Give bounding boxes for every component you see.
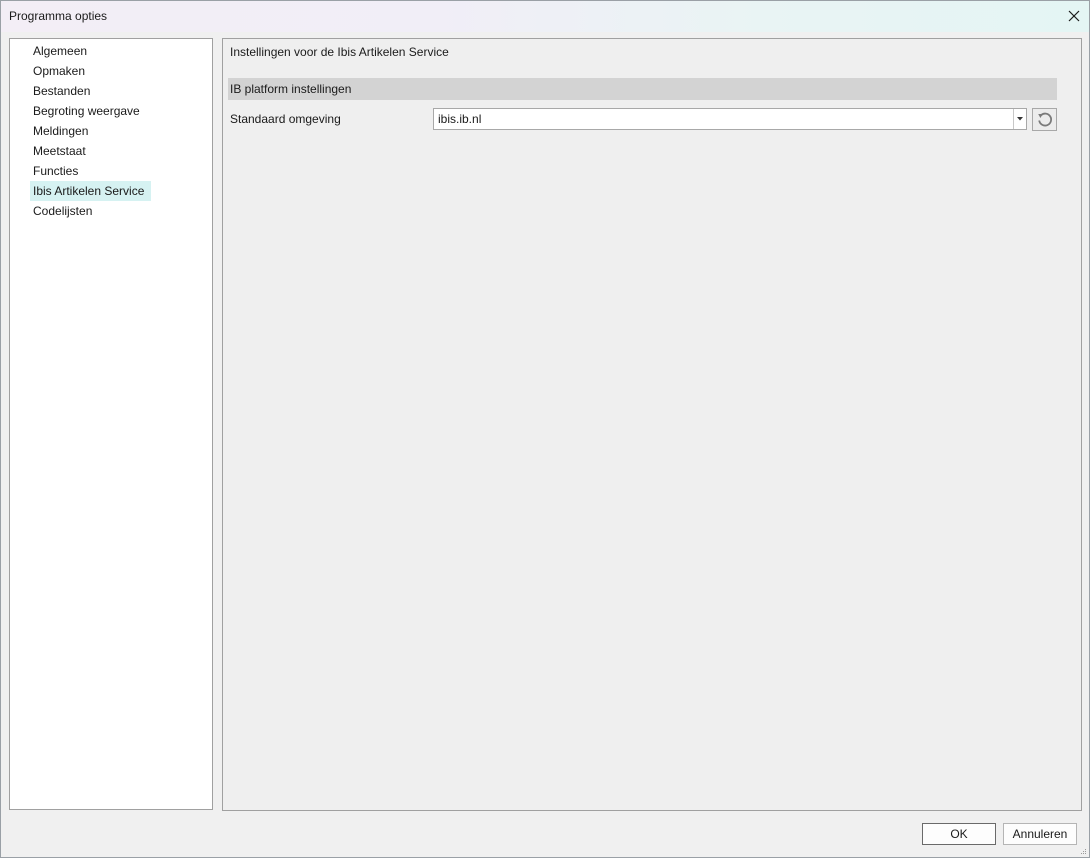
section-header: IB platform instellingen bbox=[228, 78, 1057, 100]
standaard-omgeving-label: Standaard omgeving bbox=[230, 112, 341, 126]
ok-button[interactable]: OK bbox=[922, 823, 996, 845]
sidebar-item-algemeen[interactable]: Algemeen bbox=[10, 41, 212, 61]
sidebar-item-label: Codelijsten bbox=[33, 204, 93, 218]
panel-heading: Instellingen voor de Ibis Artikelen Serv… bbox=[230, 45, 449, 59]
settings-panel: Instellingen voor de Ibis Artikelen Serv… bbox=[222, 38, 1082, 811]
sidebar-item-bestanden[interactable]: Bestanden bbox=[10, 81, 212, 101]
sidebar-item-ibis-artikelen-service[interactable]: Ibis Artikelen Service bbox=[10, 181, 212, 201]
reset-button[interactable] bbox=[1032, 108, 1057, 131]
sidebar-item-label: Bestanden bbox=[33, 84, 91, 98]
sidebar-list: Algemeen Opmaken Bestanden Begroting wee… bbox=[10, 39, 212, 221]
sidebar-item-label: Functies bbox=[33, 164, 79, 178]
reset-icon bbox=[1037, 112, 1052, 126]
sidebar-item-meldingen[interactable]: Meldingen bbox=[10, 121, 212, 141]
sidebar-item-codelijsten[interactable]: Codelijsten bbox=[10, 201, 212, 221]
sidebar-item-label: Algemeen bbox=[33, 44, 88, 58]
sidebar-item-opmaken[interactable]: Opmaken bbox=[10, 61, 212, 81]
title-bar: Programma opties bbox=[1, 1, 1089, 32]
chevron-down-icon bbox=[1017, 117, 1023, 121]
window-title: Programma opties bbox=[9, 9, 108, 23]
sidebar-item-label: Opmaken bbox=[33, 64, 86, 78]
sidebar-item-label: Meldingen bbox=[33, 124, 89, 138]
standaard-omgeving-select[interactable]: ibis.ib.nl bbox=[433, 108, 1027, 130]
select-value: ibis.ib.nl bbox=[438, 112, 482, 126]
sidebar-item-label: Ibis Artikelen Service bbox=[30, 181, 152, 201]
dropdown-button[interactable] bbox=[1013, 109, 1026, 129]
options-category-list: Algemeen Opmaken Bestanden Begroting wee… bbox=[9, 38, 213, 810]
sidebar-item-begroting-weergave[interactable]: Begroting weergave bbox=[10, 101, 212, 121]
section-title: IB platform instellingen bbox=[230, 82, 352, 96]
close-button[interactable] bbox=[1059, 1, 1089, 31]
resize-grip-icon[interactable] bbox=[1079, 847, 1087, 855]
sidebar-item-functies[interactable]: Functies bbox=[10, 161, 212, 181]
cancel-button[interactable]: Annuleren bbox=[1003, 823, 1077, 845]
close-icon bbox=[1068, 10, 1080, 22]
options-dialog: Programma opties Algemeen Opmaken Bestan… bbox=[0, 0, 1090, 858]
sidebar-item-label: Begroting weergave bbox=[33, 104, 140, 118]
sidebar-item-label: Meetstaat bbox=[33, 144, 86, 158]
sidebar-item-meetstaat[interactable]: Meetstaat bbox=[10, 141, 212, 161]
